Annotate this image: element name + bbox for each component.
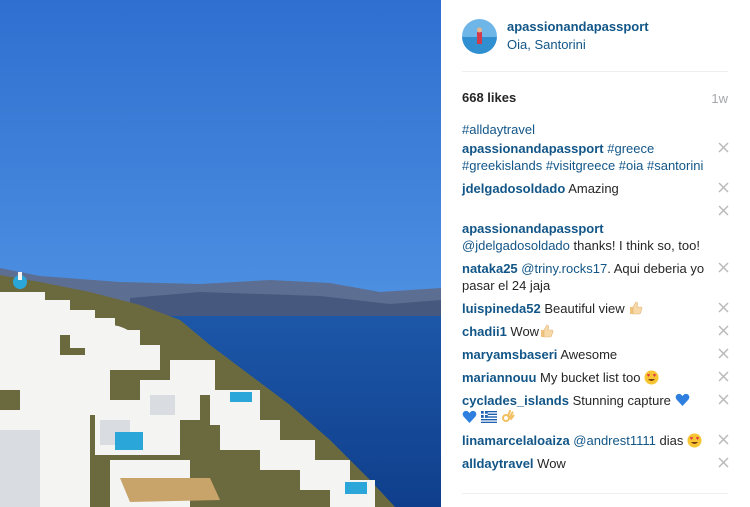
- divider: [462, 493, 728, 494]
- comment-username-link[interactable]: apassionandapassport: [462, 221, 604, 236]
- comment-mention-link[interactable]: @triny.rocks17: [521, 261, 607, 276]
- post-photo[interactable]: [0, 0, 441, 507]
- list-item: luispineda52 Beautiful view: [462, 300, 730, 317]
- comment-text: Stunning capture: [572, 393, 671, 408]
- comment-mention-link[interactable]: @andrest1111: [573, 433, 656, 448]
- comment-mention-link[interactable]: @jdelgadosoldado: [462, 238, 570, 253]
- avatar-image: [462, 19, 497, 54]
- thumbs-up-emoji-icon: [628, 301, 643, 315]
- comment-text: My bucket list too: [540, 370, 641, 385]
- blue-heart-emoji-icon: [675, 393, 690, 407]
- close-icon[interactable]: [717, 261, 730, 274]
- list-item: alldaytravel Wow: [462, 455, 730, 472]
- close-icon[interactable]: [717, 393, 730, 406]
- comment-text: Awesome: [560, 347, 618, 362]
- greece-flag-emoji-icon: [480, 410, 497, 423]
- comment-username-link[interactable]: mariannouu: [462, 370, 536, 385]
- comment-text: Beautiful view: [544, 301, 625, 316]
- heart-eyes-emoji-icon: [687, 433, 702, 448]
- close-icon[interactable]: [717, 141, 730, 154]
- comment-username-link[interactable]: cyclades_islands: [462, 393, 569, 408]
- list-item: mariannouu My bucket list too: [462, 369, 730, 386]
- list-item: chadii1 Wow: [462, 323, 730, 340]
- close-icon[interactable]: [717, 347, 730, 360]
- comment-text: Wow: [537, 456, 566, 471]
- ok-hand-emoji-icon: [500, 410, 515, 424]
- comment-username-link[interactable]: luispineda52: [462, 301, 541, 316]
- caption: #alldaytravel: [462, 121, 730, 138]
- list-item: jdelgadosoldado Amazing: [462, 180, 730, 197]
- comment-username-link[interactable]: jdelgadosoldado: [462, 181, 565, 196]
- post-header: apassionandapassport Oia, Santorini: [462, 16, 728, 72]
- comments-list: #alldaytravel apassionandapassport #gree…: [462, 121, 730, 478]
- santorini-photo-image: [0, 0, 441, 507]
- comment-text: Wow: [510, 324, 540, 339]
- close-icon[interactable]: [717, 204, 730, 217]
- comment-username-link[interactable]: nataka25: [462, 261, 518, 276]
- likes-count[interactable]: 668 likes: [462, 90, 516, 105]
- close-icon[interactable]: [717, 433, 730, 446]
- comment-text: dias: [659, 433, 684, 448]
- close-icon[interactable]: [717, 324, 730, 337]
- comment-username-link[interactable]: alldaytravel: [462, 456, 534, 471]
- comment-username-link[interactable]: linamarcelaloaiza: [462, 433, 570, 448]
- list-item: nataka25 @triny.rocks17. Aqui deberia yo…: [462, 260, 730, 294]
- comment-text: thanks! I think so, too!: [573, 238, 700, 253]
- close-icon[interactable]: [717, 456, 730, 469]
- list-item: apassionandapassport @jdelgadosoldado th…: [462, 220, 730, 254]
- location-link[interactable]: Oia, Santorini: [507, 37, 586, 52]
- avatar[interactable]: [462, 19, 497, 54]
- post-age[interactable]: 1w: [711, 91, 728, 106]
- blue-heart-emoji-icon: [462, 410, 477, 424]
- comment-username-link[interactable]: apassionandapassport: [462, 141, 604, 156]
- thumbs-up-emoji-icon: [539, 324, 554, 338]
- owner-username-link[interactable]: apassionandapassport: [507, 19, 649, 34]
- comment-username-link[interactable]: chadii1: [462, 324, 507, 339]
- hashtag-link[interactable]: #alldaytravel: [462, 122, 535, 137]
- list-item: maryamsbaseri Awesome: [462, 346, 730, 363]
- list-item: cyclades_islands Stunning capture: [462, 392, 730, 426]
- list-item: linamarcelaloaiza @andrest1111 dias: [462, 432, 730, 449]
- comment-username-link[interactable]: maryamsbaseri: [462, 347, 557, 362]
- close-icon[interactable]: [717, 181, 730, 194]
- list-item: [462, 203, 730, 220]
- comment-text: Amazing: [568, 181, 619, 196]
- comments-panel: apassionandapassport Oia, Santorini 668 …: [441, 0, 750, 507]
- list-item: apassionandapassport #greece #greekislan…: [462, 140, 730, 174]
- heart-eyes-emoji-icon: [644, 370, 659, 385]
- close-icon[interactable]: [717, 301, 730, 314]
- close-icon[interactable]: [717, 370, 730, 383]
